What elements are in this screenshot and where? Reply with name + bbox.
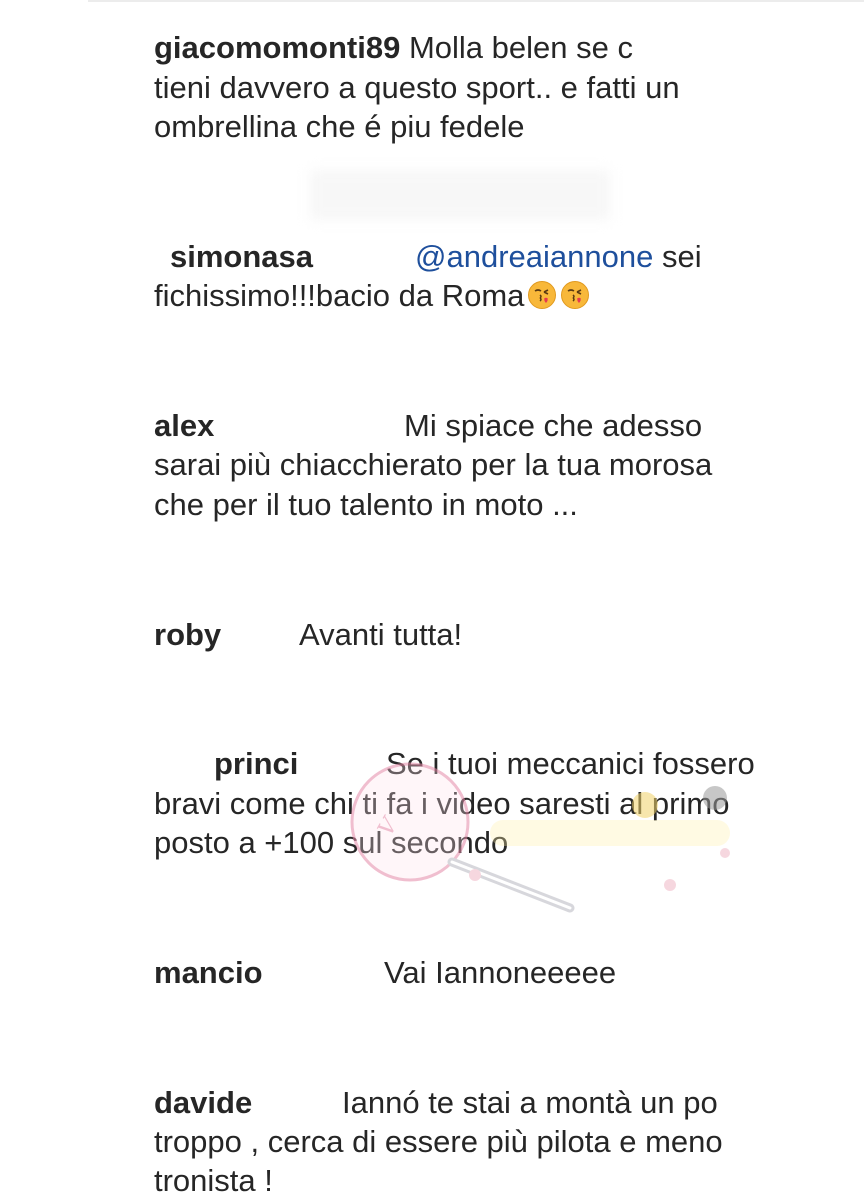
- comment-text: Avanti tutta!: [299, 617, 463, 652]
- comment-line: fichissimo!!!bacio da Roma: [154, 278, 590, 314]
- comment-text: troppo , cerca di essere più pilota e me…: [154, 1124, 723, 1159]
- comment-line: mancio: [154, 955, 263, 991]
- comment-username[interactable]: mancio: [154, 955, 263, 990]
- comment-text: bravi come chi ti fa i video saresti al …: [154, 786, 730, 821]
- comment-username[interactable]: roby: [154, 617, 221, 652]
- comment-text: fichissimo!!!bacio da Roma: [154, 278, 525, 313]
- kissing-face-icon: [528, 281, 557, 309]
- comment-text: tronista !: [154, 1163, 273, 1198]
- kissing-face-icon: [561, 281, 590, 309]
- comment-username[interactable]: alex: [154, 408, 214, 443]
- comment-line: princi: [214, 746, 298, 782]
- comment-text: ombrellina che é piu fedele: [154, 109, 525, 144]
- comment-username[interactable]: simonasa: [170, 239, 313, 274]
- comment-line: @andreaiannone sei: [415, 239, 702, 275]
- comment-text: posto a +100 sul secondo: [154, 825, 509, 860]
- comment-username[interactable]: giacomomonti89: [154, 30, 400, 65]
- comment-text: Mi spiace che adesso: [404, 408, 703, 443]
- comment-line: giacomomonti89 Molla belen se c: [154, 30, 633, 66]
- comment-text: Iannó te stai a montà un po: [342, 1085, 718, 1120]
- comment-text: che per il tuo talento in moto ...: [154, 487, 578, 522]
- comment-line: alex: [154, 408, 214, 444]
- comment-text: tieni davvero a questo sport.. e fatti u…: [154, 70, 680, 105]
- comment-text: sei: [661, 239, 702, 274]
- comment-text: Se i tuoi meccanici fossero: [386, 746, 755, 781]
- comment-username[interactable]: princi: [214, 746, 298, 781]
- comment-line: davide: [154, 1085, 252, 1121]
- comment-text: Molla belen se c: [408, 30, 633, 65]
- comment-line: simonasa: [170, 239, 313, 275]
- comment-text: Vai Iannoneeeee: [384, 955, 617, 990]
- comment-username[interactable]: davide: [154, 1085, 252, 1120]
- comment-text: sarai più chiacchierato per la tua moros…: [154, 447, 713, 482]
- redaction-patch: [310, 170, 610, 220]
- top-divider: [88, 0, 864, 2]
- mention-link[interactable]: @andreaiannone: [415, 239, 653, 274]
- comment-line: roby: [154, 617, 221, 653]
